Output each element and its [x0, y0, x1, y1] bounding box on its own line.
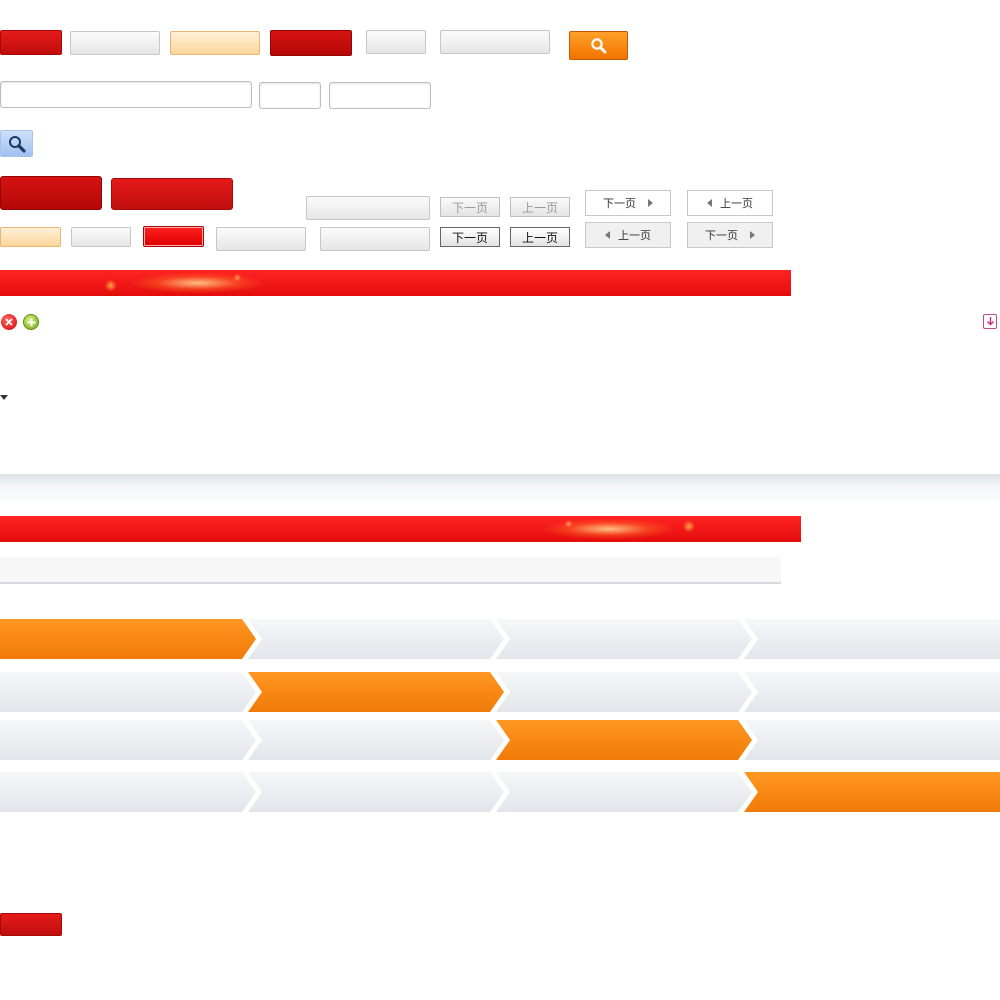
arrow-left-icon — [707, 199, 712, 207]
search-icon — [590, 37, 606, 53]
next-page-label: 下一页 — [705, 229, 738, 242]
prev-page-button[interactable]: 上一页 — [687, 190, 773, 216]
red-button-large[interactable] — [270, 30, 352, 56]
gray-button-wide-2[interactable] — [306, 196, 430, 220]
prev-page-label: 上一页 — [618, 229, 651, 242]
next-page-button-gray[interactable]: 下一页 — [687, 222, 773, 248]
step-progress-row-4 — [0, 772, 1000, 812]
light-title-bar — [0, 557, 781, 584]
step-1[interactable] — [0, 720, 256, 760]
step-3[interactable] — [496, 772, 752, 812]
gray-button-3[interactable] — [216, 227, 306, 251]
step-1-active[interactable] — [0, 619, 256, 659]
prev-page-button-disabled[interactable]: 上一页 — [510, 197, 570, 217]
arrow-right-icon — [648, 199, 653, 207]
step-4[interactable] — [744, 720, 1000, 760]
text-input-small[interactable] — [259, 82, 321, 109]
step-4-active[interactable] — [744, 772, 1000, 812]
remove-icon[interactable] — [1, 314, 17, 330]
section-divider — [0, 474, 1000, 500]
step-1[interactable] — [0, 672, 256, 712]
text-input-medium[interactable] — [329, 82, 431, 109]
step-3-active[interactable] — [496, 720, 752, 760]
step-3[interactable] — [496, 619, 752, 659]
step-2-active[interactable] — [248, 672, 504, 712]
next-page-label: 下一页 — [603, 197, 636, 210]
next-page-button-disabled[interactable]: 下一页 — [440, 197, 500, 217]
red-button-selected[interactable] — [143, 226, 204, 247]
arrow-right-icon — [750, 231, 755, 239]
peach-button[interactable] — [170, 31, 260, 55]
gray-button-4[interactable] — [320, 227, 430, 251]
red-button-bottom[interactable] — [0, 913, 62, 936]
step-progress-row-2 — [0, 672, 1000, 712]
gray-button[interactable] — [70, 31, 160, 55]
step-4[interactable] — [744, 619, 1000, 659]
gray-button-wide[interactable] — [440, 30, 550, 54]
add-icon[interactable] — [23, 314, 39, 330]
peach-button-small[interactable] — [0, 227, 61, 247]
large-red-button[interactable] — [0, 176, 102, 210]
gray-button-small-2[interactable] — [71, 227, 131, 247]
arrow-left-icon — [605, 231, 610, 239]
red-banner-2 — [0, 516, 801, 542]
search-button[interactable] — [569, 31, 628, 60]
next-page-button-active[interactable]: 下一页 — [440, 227, 500, 247]
download-icon[interactable] — [983, 314, 997, 329]
step-2[interactable] — [248, 619, 504, 659]
search-button-blue[interactable] — [0, 130, 33, 157]
step-2[interactable] — [248, 720, 504, 760]
large-red-button-2[interactable] — [111, 178, 233, 210]
text-input-wide[interactable] — [0, 81, 252, 108]
red-button[interactable] — [0, 30, 62, 55]
step-1[interactable] — [0, 772, 256, 812]
gray-button-small[interactable] — [366, 30, 426, 54]
step-3[interactable] — [496, 672, 752, 712]
step-4[interactable] — [744, 672, 1000, 712]
step-2[interactable] — [248, 772, 504, 812]
prev-page-label: 上一页 — [720, 197, 753, 210]
step-progress-row-3 — [0, 720, 1000, 760]
triangle-down-icon[interactable] — [0, 395, 8, 400]
step-progress-row-1 — [0, 619, 1000, 659]
search-icon — [8, 135, 26, 153]
red-banner — [0, 270, 791, 296]
prev-page-button-gray[interactable]: 上一页 — [585, 222, 671, 248]
next-page-button[interactable]: 下一页 — [585, 190, 671, 216]
prev-page-button-active[interactable]: 上一页 — [510, 227, 570, 247]
